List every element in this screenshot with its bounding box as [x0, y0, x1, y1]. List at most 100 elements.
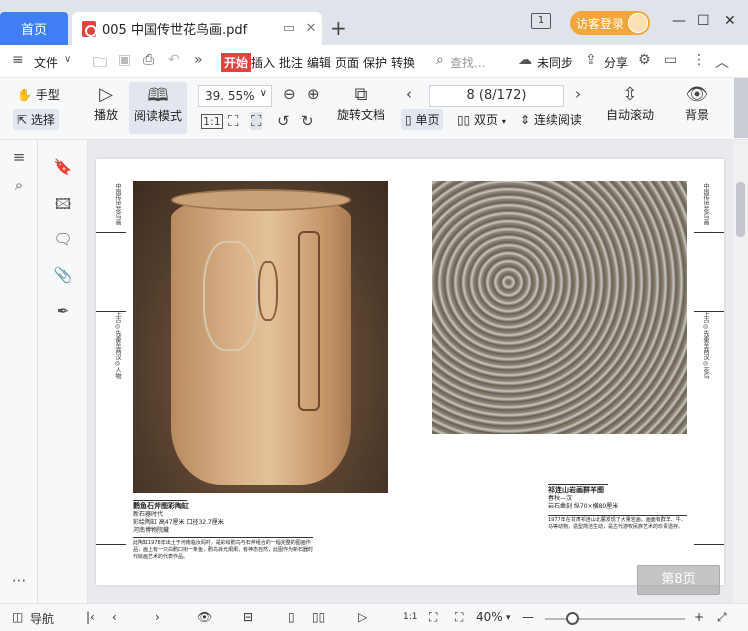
menu-lines-icon[interactable]: ≡ [9, 148, 29, 166]
pin-icon[interactable]: ▭ [278, 21, 300, 36]
single-page-button[interactable]: ▯ 单页 [401, 109, 444, 130]
page-spread: 中国传世花鸟画 上古◎先秦至两汉◎人物 鹳鱼石斧图彩陶缸 新石器时代 彩绘陶缸 … [96, 159, 724, 585]
guest-login-button[interactable]: 访客登录 [570, 11, 650, 35]
fit-page-icon[interactable]: ⛶ [429, 610, 437, 625]
actual-size-icon[interactable]: 1:1 [403, 612, 417, 622]
more-options-icon[interactable]: ⋮ [692, 52, 706, 68]
magnify-icon[interactable]: ⌕ [9, 176, 29, 194]
page-layout-icon[interactable]: ⊟ [243, 610, 253, 624]
tab-bar: 首页 005 中国传世花鸟画.pdf ▭ ✕ + 1 访客登录 — ☐ ✕ [0, 0, 748, 45]
vase-photo [133, 181, 388, 493]
hamburger-icon[interactable]: ≡ [12, 52, 24, 68]
print-icon[interactable]: ⎙ [143, 52, 154, 68]
chevron-down-icon[interactable]: ▾ [506, 613, 511, 623]
first-page-icon[interactable]: |‹ [86, 610, 95, 624]
zoom-slider-knob[interactable] [566, 612, 579, 625]
zoom-out-button[interactable]: — [522, 610, 534, 624]
play-icon[interactable]: ▷ [358, 610, 367, 624]
continuous-read-button[interactable]: ⇕ 连续阅读 [520, 111, 582, 128]
status-bar: ◫ 导航 |‹ ‹ › 👁 ⊟ ▯ ▯▯ ▷ 1:1 ⛶ ⛶ 40% ▾ — +… [0, 603, 748, 631]
save-icon[interactable]: ▣ [118, 52, 131, 68]
annotation-icon[interactable]: 🗨 [53, 230, 73, 248]
menu-start[interactable]: 开始 [221, 53, 252, 72]
close-tab-icon[interactable]: ✕ [300, 21, 322, 36]
menu-protect[interactable]: 保护 [363, 54, 387, 71]
new-tab-button[interactable]: + [330, 16, 347, 40]
share-icon[interactable]: ⇪ [585, 52, 597, 68]
sync-status[interactable]: 未同步 [537, 54, 573, 71]
fit-width-icon[interactable]: ⛶ [251, 112, 262, 130]
settings-icon[interactable]: ⚙ [638, 52, 651, 68]
hand-icon: ✋ [17, 88, 32, 102]
search-input[interactable]: 查找... [450, 54, 485, 71]
menu-edit[interactable]: 编辑 [307, 54, 331, 71]
attachment-icon[interactable]: 📎 [53, 266, 73, 284]
right-header-rule [694, 232, 724, 233]
bird-painting [203, 241, 258, 351]
menu-insert[interactable]: 插入 [251, 54, 275, 71]
right-caption-sub: 春秋—汉 [548, 495, 573, 502]
read-mode-button[interactable]: 🕮 阅读模式 [129, 82, 187, 134]
nav-label[interactable]: 导航 [30, 610, 54, 627]
rotate-document-button[interactable]: ⧉ 旋转文档 [336, 84, 386, 123]
next-page-icon[interactable]: › [575, 85, 581, 103]
background-button[interactable]: 👁 背景 [678, 84, 716, 123]
share-button[interactable]: 分享 [604, 54, 628, 71]
menu-convert[interactable]: 转换 [391, 54, 415, 71]
double-page-button[interactable]: ▯▯ 双页 ▾ [457, 111, 506, 128]
next-page-icon[interactable]: › [155, 610, 160, 624]
file-menu[interactable]: 文件 [34, 54, 58, 71]
double-page-icon[interactable]: ▯▯ [312, 610, 325, 624]
document-tab[interactable]: 005 中国传世花鸟画.pdf ▭ ✕ [72, 12, 322, 45]
play-button[interactable]: ▷ 播放 [92, 84, 120, 123]
auto-scroll-button[interactable]: ⇳ 自动滚动 [601, 84, 659, 123]
page-number-input[interactable]: 8 (8/172) [429, 85, 564, 107]
right-side-rule [694, 311, 724, 312]
zoom-select[interactable]: 39. 55% ∨ [198, 85, 272, 107]
cloud-sync-icon[interactable]: ☁ [518, 52, 532, 68]
scrollbar-thumb[interactable] [736, 182, 745, 237]
signature-icon[interactable]: ✒ [53, 302, 73, 320]
zoom-in-button[interactable]: + [694, 610, 704, 624]
chevron-down-icon[interactable]: ∨ [64, 54, 71, 65]
minimize-icon[interactable]: — [672, 13, 686, 29]
maximize-icon[interactable]: ☐ [697, 13, 710, 29]
zoom-in-icon[interactable]: ⊕ [307, 85, 320, 103]
close-window-icon[interactable]: ✕ [724, 13, 736, 29]
notification-icon[interactable]: 1 [531, 13, 551, 29]
eye-icon[interactable]: 👁 [197, 610, 212, 624]
rotate-right-icon[interactable]: ↻ [301, 112, 314, 130]
fit-page-icon[interactable]: ⛶ [228, 112, 239, 130]
hand-tool[interactable]: ✋ 手型 [17, 86, 60, 103]
vertical-scrollbar[interactable] [733, 140, 748, 603]
toolbar-scroll-right[interactable] [734, 78, 748, 138]
double-page-icon: ▯▯ [457, 113, 471, 127]
nav-panel-icon[interactable]: ◫ [12, 610, 23, 624]
menu-page[interactable]: 页面 [335, 54, 359, 71]
fit-width-icon[interactable]: ⛶ [455, 610, 463, 625]
bookmark-icon[interactable]: 🔖 [53, 158, 73, 176]
pdf-file-icon [82, 20, 97, 37]
book-icon: 🕮 [147, 85, 169, 106]
left-page-header: 中国传世花鸟画 [114, 183, 121, 225]
left-caption-loc: 河南博物院藏 [133, 527, 170, 534]
thumbnail-icon[interactable]: 🖾 [53, 194, 73, 219]
open-folder-icon[interactable]: 🗀 [93, 52, 107, 76]
fullscreen-icon[interactable]: ⤢ [717, 610, 727, 625]
zoom-out-icon[interactable]: ⊖ [283, 85, 296, 103]
rotate-left-icon[interactable]: ↺ [277, 112, 290, 130]
prev-page-icon[interactable]: ‹ [406, 85, 412, 103]
more-chevron-icon[interactable]: » [194, 52, 203, 68]
more-icon[interactable]: ··· [9, 572, 29, 590]
search-icon[interactable]: ⌕ [436, 52, 444, 68]
single-page-icon[interactable]: ▯ [288, 610, 295, 624]
prev-page-icon[interactable]: ‹ [112, 610, 117, 624]
collapse-ribbon-icon[interactable]: ︿ [715, 52, 729, 72]
actual-size-icon[interactable]: 1:1 [201, 114, 223, 129]
undo-icon[interactable]: ↶ [168, 52, 180, 68]
menu-comment[interactable]: 批注 [279, 54, 303, 71]
select-tool[interactable]: ⇱ 选择 [13, 109, 59, 130]
home-tab[interactable]: 首页 [0, 12, 68, 45]
zoom-level[interactable]: 40% [476, 610, 503, 624]
comment-icon[interactable]: ▭ [664, 52, 677, 68]
